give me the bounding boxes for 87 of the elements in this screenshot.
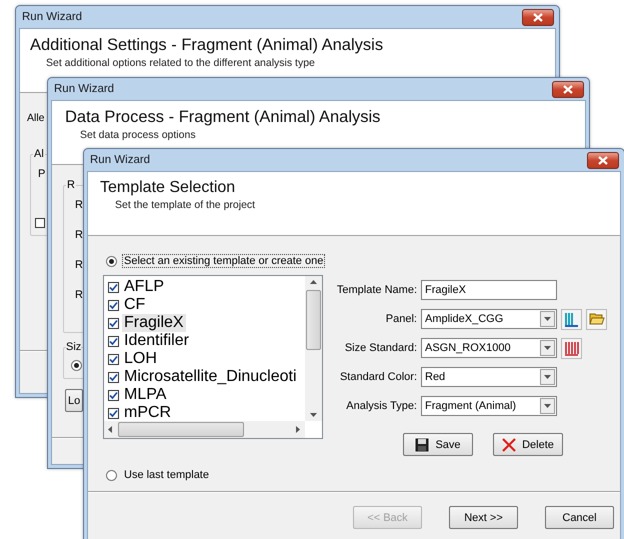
scroll-left-icon — [108, 426, 113, 433]
field-label: Alle — [27, 112, 45, 124]
template-item[interactable]: MLPA — [108, 386, 305, 404]
template-item[interactable]: AFLP — [108, 278, 305, 296]
dropdown[interactable]: AmplideX_CGG — [421, 309, 557, 329]
close-button[interactable] — [522, 8, 554, 26]
checkbox[interactable] — [108, 318, 119, 328]
step-heading: Template Selection — [100, 179, 236, 197]
ladder-icon — [564, 340, 579, 356]
caret-icon — [544, 404, 551, 408]
field-label: Panel: — [384, 313, 417, 325]
text-field[interactable]: FragileX — [421, 280, 557, 300]
tool-button[interactable] — [561, 308, 582, 330]
checkbox[interactable] — [35, 218, 45, 228]
template-item[interactable]: mPCR — [108, 404, 305, 421]
vertical-scrollbar[interactable] — [305, 276, 322, 421]
window-title: Run Wizard — [54, 83, 114, 95]
field-label: Template Name: — [336, 284, 417, 296]
close-icon — [598, 156, 608, 164]
option-label: R — [75, 259, 83, 271]
load-button[interactable]: Lo — [65, 389, 83, 412]
dropdown[interactable]: Fragment (Animal) — [421, 396, 557, 416]
caret-icon — [544, 374, 551, 380]
dropdown[interactable]: Red — [421, 367, 557, 387]
checkbox[interactable] — [108, 372, 119, 382]
tool-button[interactable] — [586, 308, 607, 330]
close-icon — [563, 84, 573, 94]
tick-icon — [109, 282, 118, 292]
window-title: Run Wizard — [90, 154, 150, 166]
folder-icon — [588, 312, 604, 326]
window-title: Run Wizard — [22, 11, 82, 23]
dropdown[interactable]: ASGN_ROX1000 — [421, 338, 557, 358]
checkbox[interactable] — [108, 408, 119, 418]
tick-icon — [109, 372, 118, 382]
scroll-down-icon — [310, 413, 317, 418]
caret-icon — [544, 316, 551, 322]
checkbox[interactable] — [108, 390, 119, 400]
scrollbar-thumb[interactable] — [118, 422, 244, 437]
group-title: Al — [33, 148, 45, 160]
template-list[interactable]: AFLP CF FragileX Identifiler LOH Microsatellite_Dinucleoti MLPA mPCR — [103, 275, 323, 439]
tick-icon — [109, 354, 118, 364]
field-label: Standard Color: — [338, 371, 417, 383]
step-heading: Additional Settings - Fragment (Animal) Analysis — [30, 36, 384, 55]
close-button[interactable] — [587, 152, 619, 168]
scroll-up-icon — [310, 279, 317, 284]
save-icon — [415, 438, 430, 452]
close-button[interactable] — [552, 80, 584, 98]
radio-option[interactable]: Use last template — [106, 468, 211, 482]
delete-button[interactable]: Delete — [493, 433, 563, 456]
tick-icon — [109, 390, 118, 400]
tick-icon — [109, 408, 118, 418]
checkbox[interactable] — [108, 282, 119, 292]
group-title: Siz — [66, 341, 82, 353]
field-label: P — [38, 168, 46, 180]
nav-button[interactable]: Cancel — [545, 506, 614, 529]
field-label: Analysis Type: — [345, 400, 417, 412]
step-subtitle: Set data process options — [80, 129, 196, 141]
option-label: R — [75, 199, 83, 211]
group-title: R — [66, 179, 76, 191]
step-subtitle: Set additional options related to the different analysis type — [46, 57, 315, 69]
step-subtitle: Set the template of the project — [115, 199, 256, 211]
horizontal-scrollbar[interactable] — [104, 421, 305, 438]
checkbox[interactable] — [108, 336, 119, 346]
template-item[interactable]: FragileX — [108, 314, 305, 332]
checkbox[interactable] — [108, 300, 119, 310]
delete-icon — [502, 438, 516, 452]
field-label: Size Standard: — [344, 342, 417, 354]
tick-icon — [109, 318, 118, 328]
close-icon — [533, 12, 543, 22]
bar-chart-icon — [564, 312, 579, 326]
tool-button[interactable] — [561, 338, 582, 358]
save-button[interactable]: Save — [403, 433, 473, 456]
template-item[interactable]: Identifiler — [108, 332, 305, 350]
caret-icon — [544, 346, 551, 350]
checkbox[interactable] — [108, 354, 119, 364]
option-label: R — [75, 229, 83, 241]
option-label: R — [75, 289, 83, 301]
nav-button[interactable]: Next >> — [449, 506, 518, 529]
template-item[interactable]: Microsatellite_Dinucleoti — [108, 368, 305, 386]
radio-button[interactable] — [71, 360, 82, 371]
template-item[interactable]: LOH — [108, 350, 305, 368]
tick-icon — [109, 300, 118, 310]
template-item[interactable]: CF — [108, 296, 305, 314]
tick-icon — [109, 336, 118, 346]
scroll-right-icon — [296, 426, 301, 433]
scrollbar-thumb[interactable] — [306, 290, 321, 350]
step-heading: Data Process - Fragment (Animal) Analysis — [65, 108, 380, 127]
